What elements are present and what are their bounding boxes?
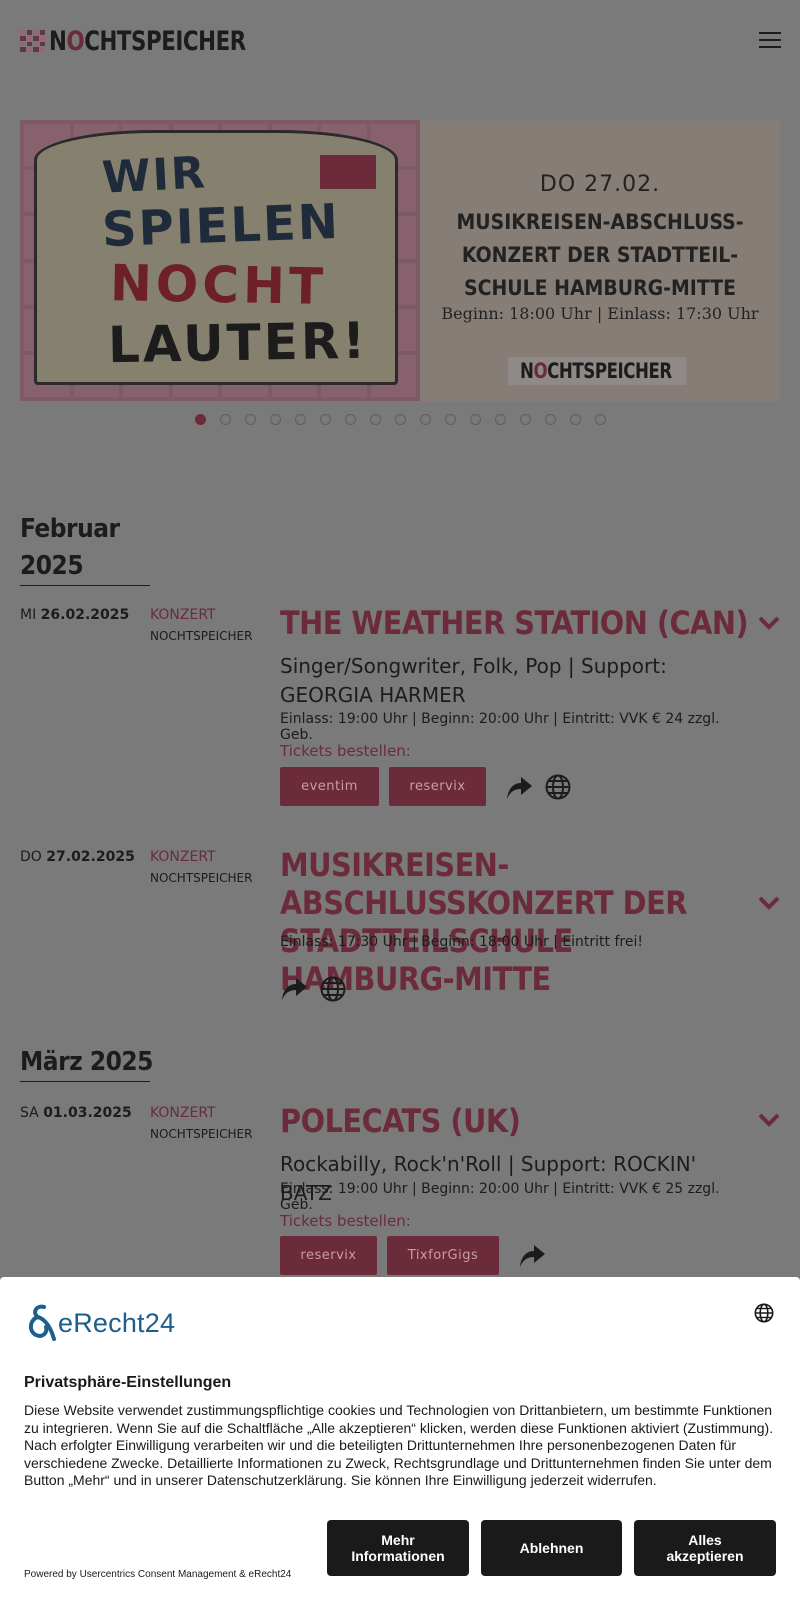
share-icon[interactable] [280, 976, 308, 1002]
ticket-button-eventim[interactable]: eventim [280, 767, 379, 806]
slider-dot[interactable] [295, 414, 306, 425]
slider-dot[interactable] [195, 414, 206, 425]
logo-mark-icon [513, 363, 516, 380]
cookie-description: Diese Website verwendet zustimmungspflic… [24, 1402, 774, 1488]
erecht24-logo: eRecht24 [24, 1303, 175, 1343]
sign-line: NOCHT [109, 254, 328, 316]
chevron-down-icon[interactable] [758, 1113, 780, 1127]
slider-dot[interactable] [445, 414, 456, 425]
hamburger-menu-icon[interactable] [759, 32, 781, 48]
decline-button[interactable]: Ablehnen [481, 1520, 622, 1576]
month-underline [20, 1081, 150, 1082]
slide-date: DO 27.02. [539, 172, 661, 197]
ticket-button-reservix[interactable]: reservix [280, 1236, 377, 1275]
tickets-label: Tickets bestellen: [280, 1212, 411, 1230]
month-heading: Februar 2025 [20, 514, 120, 581]
event-title[interactable]: MUSIKREISEN-ABSCHLUSSKONZERT DER STADTTE… [280, 846, 750, 998]
ticket-button-reservix[interactable]: reservix [389, 767, 486, 806]
slider-dot[interactable] [545, 414, 556, 425]
slider-dot[interactable] [470, 414, 481, 425]
event-venue: NOCHTSPEICHER [150, 629, 253, 643]
event-info: Einlass: 17:30 Uhr | Beginn: 18:00 Uhr |… [280, 934, 643, 950]
button-label: Mehr Informationen [351, 1532, 445, 1564]
slide-logo: NOCHTSPEICHER [508, 357, 686, 385]
tickets-label: Tickets bestellen: [280, 742, 411, 760]
slider-dot[interactable] [370, 414, 381, 425]
logo-text: NOCHTSPEICHER [49, 25, 246, 57]
site-logo[interactable]: NOCHTSPEICHER [20, 24, 273, 58]
site-header: NOCHTSPEICHER [0, 0, 800, 80]
slider-dot[interactable] [220, 414, 231, 425]
slider-dot[interactable] [595, 414, 606, 425]
globe-icon[interactable] [545, 774, 571, 800]
globe-icon[interactable] [320, 976, 346, 1002]
event-venue: NOCHTSPEICHER [150, 871, 253, 885]
slider-dot[interactable] [245, 414, 256, 425]
slider-dot[interactable] [345, 414, 356, 425]
slide-title: MUSIKREISEN-ABSCHLUSS-KONZERT DER STADTT… [456, 210, 744, 300]
cookie-consent-banner: eRecht24 Privatsphäre-Einstellungen Dies… [0, 1277, 800, 1600]
slide-image: WIR SPIELEN NOCHT LAUTER! [20, 120, 420, 401]
share-icon[interactable] [505, 775, 533, 801]
slider-dot[interactable] [420, 414, 431, 425]
chevron-down-icon[interactable] [758, 896, 780, 910]
hero-slider[interactable]: WIR SPIELEN NOCHT LAUTER! DO 27.02. MUSI… [20, 120, 780, 401]
event-date: MI 26.02.2025 [20, 607, 130, 623]
slider-dot[interactable] [395, 414, 406, 425]
event-title[interactable]: POLECATS (UK) [280, 1102, 750, 1140]
event-date: SA 01.03.2025 [20, 1105, 132, 1121]
slide-subtitle: Beginn: 18:00 Uhr | Einlass: 17:30 Uhr [441, 304, 759, 323]
event-info: Einlass: 19:00 Uhr | Beginn: 20:00 Uhr |… [280, 711, 720, 743]
chevron-down-icon[interactable] [758, 616, 780, 630]
logo-mark-icon [20, 30, 45, 52]
event-venue: NOCHTSPEICHER [150, 1127, 253, 1141]
language-icon[interactable] [754, 1303, 774, 1323]
button-label: Alles akzeptieren [666, 1532, 744, 1564]
month-heading: März 2025 [20, 1047, 153, 1077]
event-category[interactable]: KONZERT [150, 1105, 216, 1121]
sign-line: SPIELEN [101, 193, 341, 259]
cookie-title: Privatsphäre-Einstellungen [24, 1374, 232, 1391]
event-category[interactable]: KONZERT [150, 849, 216, 865]
slider-dot[interactable] [320, 414, 331, 425]
sign-line: LAUTER! [107, 311, 369, 375]
event-genre: Singer/Songwriter, Folk, Pop | Support: … [280, 654, 667, 707]
share-icon[interactable] [518, 1243, 546, 1269]
slider-dot[interactable] [520, 414, 531, 425]
event-date: DO 27.02.2025 [20, 849, 135, 865]
erecht24-brand-text: eRecht24 [58, 1307, 176, 1338]
ticket-button-tixforgigs[interactable]: TixforGigs [387, 1236, 499, 1275]
event-info: Einlass: 19:00 Uhr | Beginn: 20:00 Uhr |… [280, 1181, 720, 1213]
slider-dot[interactable] [270, 414, 281, 425]
more-information-button[interactable]: Mehr Informationen [327, 1520, 469, 1576]
logo-text: NOCHTSPEICHER [520, 359, 672, 383]
sign-lettering: WIR SPIELEN NOCHT LAUTER! [42, 138, 406, 388]
erecht24-mark-icon [29, 1304, 56, 1341]
powered-by-text: Powered by Usercentrics Consent Manageme… [24, 1569, 292, 1580]
slider-dot[interactable] [570, 414, 581, 425]
event-title[interactable]: THE WEATHER STATION (CAN) [280, 604, 750, 642]
sign-line: WIR [100, 147, 209, 204]
slider-dots [0, 414, 800, 426]
event-category[interactable]: KONZERT [150, 607, 216, 623]
month-underline [20, 585, 150, 586]
slider-dot[interactable] [495, 414, 506, 425]
slide-text-panel: DO 27.02. MUSIKREISEN-ABSCHLUSS-KONZERT … [420, 120, 780, 401]
accept-all-button[interactable]: Alles akzeptieren [634, 1520, 776, 1576]
